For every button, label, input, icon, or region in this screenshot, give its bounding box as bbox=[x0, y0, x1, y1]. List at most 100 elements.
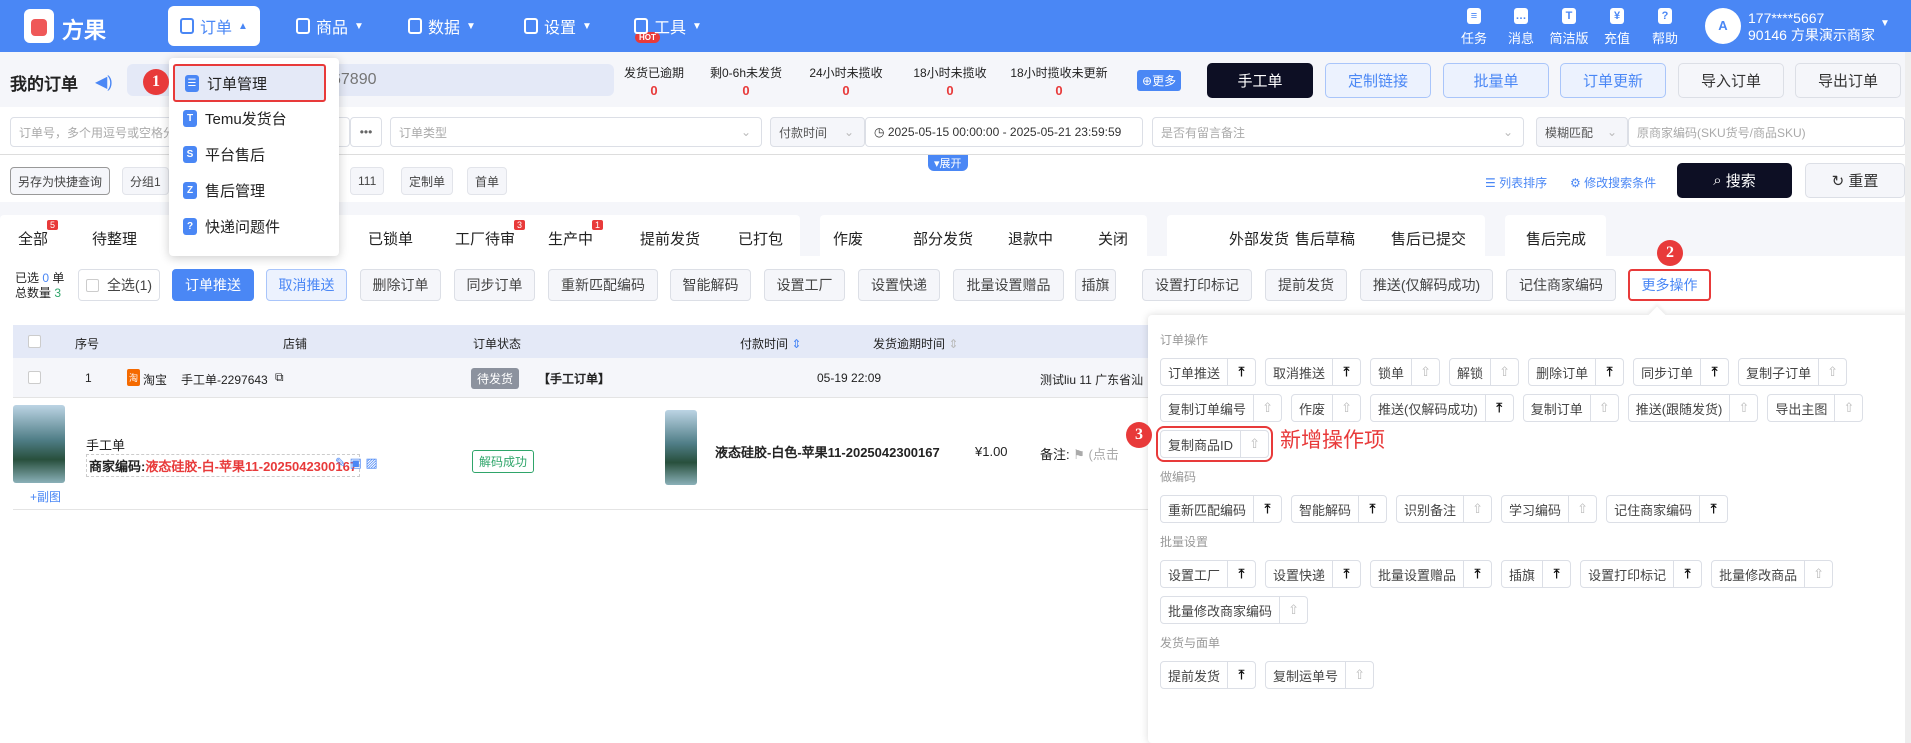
header-task[interactable]: ≡ 任务 bbox=[1452, 8, 1496, 47]
pin-top-icon[interactable]: ⤒ bbox=[1542, 561, 1570, 587]
top-button-5[interactable]: 导出订单 bbox=[1795, 63, 1901, 98]
action-chip[interactable]: 订单推送 ⤒ bbox=[1160, 358, 1257, 386]
action-button-6[interactable]: 设置工厂 bbox=[764, 269, 845, 301]
unpinned-icon[interactable]: ⇧ bbox=[1804, 561, 1832, 587]
nav-1[interactable]: 商品 ▼ bbox=[284, 6, 376, 46]
action-chip[interactable]: 作废 ⇧ bbox=[1291, 394, 1362, 422]
pin-top-icon[interactable]: ⤒ bbox=[1673, 561, 1701, 587]
top-button-2[interactable]: 批量单 bbox=[1443, 63, 1549, 98]
col-ship-deadline[interactable]: 发货逾期时间 ⇕ bbox=[873, 335, 958, 352]
quick-group-1[interactable]: 分组1 bbox=[122, 167, 169, 195]
header-help[interactable]: ? 帮助 bbox=[1643, 8, 1687, 47]
action-chip[interactable]: 推送(仅解码成功) ⤒ bbox=[1370, 394, 1514, 422]
action-chip[interactable]: 批量修改商家编码 ⇧ bbox=[1160, 596, 1309, 624]
action-button-8[interactable]: 批量设置赠品 bbox=[953, 269, 1064, 301]
unpinned-icon[interactable]: ⇧ bbox=[1589, 395, 1618, 421]
unpinned-icon[interactable]: ⇧ bbox=[1411, 359, 1439, 385]
sku-input[interactable]: 原商家编码(SKU货号/商品SKU) bbox=[1628, 117, 1905, 147]
nav-3[interactable]: 设置 ▼ bbox=[512, 6, 604, 46]
tab-8[interactable]: 部分发货 bbox=[913, 228, 973, 249]
tab-12[interactable]: 售后草稿 bbox=[1295, 228, 1355, 249]
pin-top-icon[interactable]: ⤒ bbox=[1463, 561, 1491, 587]
action-chip[interactable]: 导出主图 ⇧ bbox=[1767, 394, 1864, 422]
action-chip[interactable]: 插旗 ⤒ bbox=[1501, 560, 1572, 588]
stat-3[interactable]: 18小时未揽收 0 bbox=[913, 64, 986, 98]
top-button-0[interactable]: 手工单 bbox=[1207, 63, 1313, 98]
col-pay-time[interactable]: 付款时间 ⇕ bbox=[740, 335, 801, 352]
unpinned-icon[interactable]: ⇧ bbox=[1240, 431, 1268, 457]
tab-3[interactable]: 工厂待审 3 bbox=[455, 220, 526, 249]
action-chip[interactable]: 取消推送 ⤒ bbox=[1265, 358, 1362, 386]
action-button-7[interactable]: 设置快递 bbox=[858, 269, 940, 301]
remark-select[interactable]: 是否有留言备注 ⌄ bbox=[1152, 117, 1524, 147]
unpinned-icon[interactable]: ⇧ bbox=[1818, 359, 1846, 385]
expand-button[interactable]: ▾展开 bbox=[928, 155, 968, 171]
user-dropdown-icon[interactable]: ▼ bbox=[1880, 18, 1890, 29]
select-all-checkbox[interactable]: 全选(1) bbox=[78, 269, 160, 301]
action-chip[interactable]: 智能解码 ⤒ bbox=[1291, 495, 1388, 523]
order-type-select[interactable]: 订单类型 ⌄ bbox=[390, 117, 762, 147]
tab-10[interactable]: 关闭 bbox=[1098, 228, 1128, 249]
scrollbar[interactable] bbox=[1905, 52, 1911, 743]
action-chip[interactable]: 复制商品ID ⇧ bbox=[1155, 426, 1274, 462]
search-button[interactable]: ⌕ 搜索 bbox=[1677, 163, 1792, 198]
time-type-select[interactable]: 付款时间 ⌄ bbox=[770, 117, 865, 147]
action-chip[interactable]: 推送(跟随发货) ⇧ bbox=[1627, 394, 1759, 422]
action-button-2[interactable]: 删除订单 bbox=[360, 269, 441, 301]
tab-5[interactable]: 提前发货 bbox=[640, 228, 700, 249]
tab-11[interactable]: 外部发货 bbox=[1229, 228, 1289, 249]
quick-group-4[interactable]: 首单 bbox=[467, 167, 508, 195]
unpinned-icon[interactable]: ⇧ bbox=[1332, 395, 1360, 421]
unpinned-icon[interactable]: ⇧ bbox=[1345, 662, 1373, 688]
match-mode-select[interactable]: 模糊匹配 ⌄ bbox=[1536, 117, 1628, 147]
action-chip[interactable]: 重新匹配编码 ⤒ bbox=[1160, 495, 1283, 523]
stat-0[interactable]: 发货已逾期 0 bbox=[624, 64, 684, 98]
avatar[interactable]: A bbox=[1705, 8, 1741, 44]
flag-icon[interactable]: ⚑ bbox=[1073, 447, 1088, 462]
pin-top-icon[interactable]: ⤒ bbox=[1484, 395, 1513, 421]
action-chip[interactable]: 记住商家编码 ⤒ bbox=[1606, 495, 1729, 523]
action-button-0[interactable]: 订单推送 bbox=[172, 269, 254, 301]
menu-item-1[interactable]: T Temu发货台 bbox=[183, 108, 287, 129]
checkbox[interactable] bbox=[85, 278, 99, 292]
pin-top-icon[interactable]: ⤒ bbox=[1595, 359, 1623, 385]
date-range-picker[interactable]: ◷ 2025-05-15 00:00:00 - 2025-05-21 23:59… bbox=[865, 117, 1143, 147]
tab-2[interactable]: 已锁单 bbox=[368, 228, 413, 249]
pin-top-icon[interactable]: ⤒ bbox=[1253, 496, 1281, 522]
tab-1[interactable]: 待整理 bbox=[92, 228, 137, 249]
menu-item-3[interactable]: Z 售后管理 bbox=[183, 180, 265, 201]
tab-4[interactable]: 生产中 1 bbox=[548, 220, 604, 249]
action-button-12[interactable]: 推送(仅解码成功) bbox=[1360, 269, 1493, 301]
action-chip[interactable]: 批量设置赠品 ⤒ bbox=[1370, 560, 1493, 588]
more-options-button[interactable]: ••• bbox=[350, 117, 382, 147]
remark-hint[interactable]: (点击 bbox=[1089, 447, 1119, 462]
unpinned-icon[interactable]: ⇧ bbox=[1490, 359, 1518, 385]
pin-top-icon[interactable]: ⤒ bbox=[1699, 496, 1727, 522]
nav-0[interactable]: 订单 ▲ bbox=[168, 6, 260, 46]
pin-top-icon[interactable]: ⤒ bbox=[1227, 662, 1255, 688]
action-chip[interactable]: 删除订单 ⤒ bbox=[1528, 358, 1625, 386]
action-chip[interactable]: 复制子订单 ⇧ bbox=[1738, 358, 1848, 386]
unpinned-icon[interactable]: ⇧ bbox=[1834, 395, 1862, 421]
copy-icon[interactable]: ⧉ bbox=[275, 370, 284, 385]
action-chip[interactable]: 复制订单 ⇧ bbox=[1522, 394, 1619, 422]
unpinned-icon[interactable]: ⇧ bbox=[1279, 597, 1307, 623]
list-sort-link[interactable]: ☰ 列表排序 bbox=[1485, 174, 1547, 191]
action-chip[interactable]: 设置快递 ⤒ bbox=[1265, 560, 1362, 588]
edit-icon[interactable]: ✎ ▣ ▨ bbox=[335, 455, 378, 471]
stat-2[interactable]: 24小时未揽收 0 bbox=[809, 64, 882, 98]
pin-top-icon[interactable]: ⤒ bbox=[1332, 561, 1360, 587]
action-chip[interactable]: 提前发货 ⤒ bbox=[1160, 661, 1257, 689]
quick-group-2[interactable]: 111 bbox=[350, 167, 385, 195]
tab-9[interactable]: 退款中 bbox=[1008, 228, 1053, 249]
unpinned-icon[interactable]: ⇧ bbox=[1568, 496, 1596, 522]
action-button-14[interactable]: 更多操作 bbox=[1628, 269, 1711, 301]
action-chip[interactable]: 解锁 ⇧ bbox=[1449, 358, 1520, 386]
stat-4[interactable]: 18小时揽收未更新 0 bbox=[1010, 64, 1107, 98]
unpinned-icon[interactable]: ⇧ bbox=[1463, 496, 1491, 522]
pin-top-icon[interactable]: ⤒ bbox=[1227, 359, 1255, 385]
action-chip[interactable]: 设置打印标记 ⤒ bbox=[1580, 560, 1703, 588]
more-stats-button[interactable]: ⊕更多 bbox=[1137, 70, 1182, 91]
pin-top-icon[interactable]: ⤒ bbox=[1227, 561, 1255, 587]
header-yen[interactable]: ¥ 充值 bbox=[1595, 8, 1639, 47]
